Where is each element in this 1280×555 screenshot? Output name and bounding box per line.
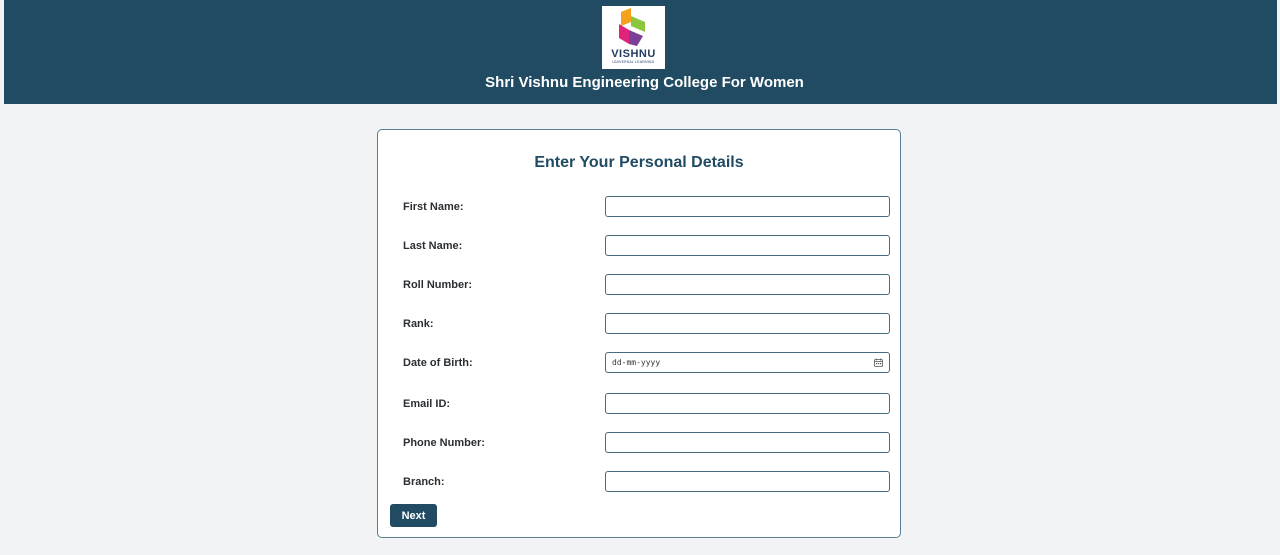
email-row: Email ID:	[378, 393, 900, 415]
date-of-birth-row: Date of Birth: dd-mm-yyyy	[378, 352, 900, 374]
date-of-birth-input[interactable]: dd-mm-yyyy	[605, 352, 890, 373]
form-title: Enter Your Personal Details	[534, 154, 744, 171]
page-header: VISHNU UNIVERSAL LEARNING Shri Vishnu En…	[4, 0, 1277, 104]
phone-number-input[interactable]	[605, 432, 890, 453]
next-button[interactable]: Next	[390, 504, 437, 527]
roll-number-label: Roll Number:	[403, 279, 473, 291]
personal-details-form: Enter Your Personal Details First Name: …	[377, 129, 901, 538]
date-placeholder: dd-mm-yyyy	[612, 358, 661, 367]
phone-number-row: Phone Number:	[378, 432, 900, 454]
logo-wordmark: VISHNU	[611, 48, 656, 60]
college-logo: VISHNU UNIVERSAL LEARNING	[602, 6, 665, 69]
date-of-birth-label: Date of Birth:	[403, 357, 473, 369]
email-input[interactable]	[605, 393, 890, 414]
vishnu-logo-mark	[619, 8, 645, 46]
last-name-label: Last Name:	[403, 240, 463, 252]
first-name-row: First Name:	[378, 196, 900, 218]
rank-label: Rank:	[403, 318, 434, 330]
phone-number-label: Phone Number:	[403, 437, 485, 449]
calendar-icon[interactable]	[874, 358, 883, 367]
first-name-label: First Name:	[403, 201, 464, 213]
branch-input[interactable]	[605, 471, 890, 492]
college-name: Shri Vishnu Engineering College For Wome…	[485, 74, 804, 91]
last-name-input[interactable]	[605, 235, 890, 256]
email-label: Email ID:	[403, 398, 451, 410]
branch-label: Branch:	[403, 476, 445, 488]
roll-number-row: Roll Number:	[378, 274, 900, 296]
roll-number-input[interactable]	[605, 274, 890, 295]
first-name-input[interactable]	[605, 196, 890, 217]
last-name-row: Last Name:	[378, 235, 900, 257]
rank-input[interactable]	[605, 313, 890, 334]
branch-row: Branch:	[378, 471, 900, 493]
rank-row: Rank:	[378, 313, 900, 335]
logo-tagline: UNIVERSAL LEARNING	[612, 60, 655, 64]
